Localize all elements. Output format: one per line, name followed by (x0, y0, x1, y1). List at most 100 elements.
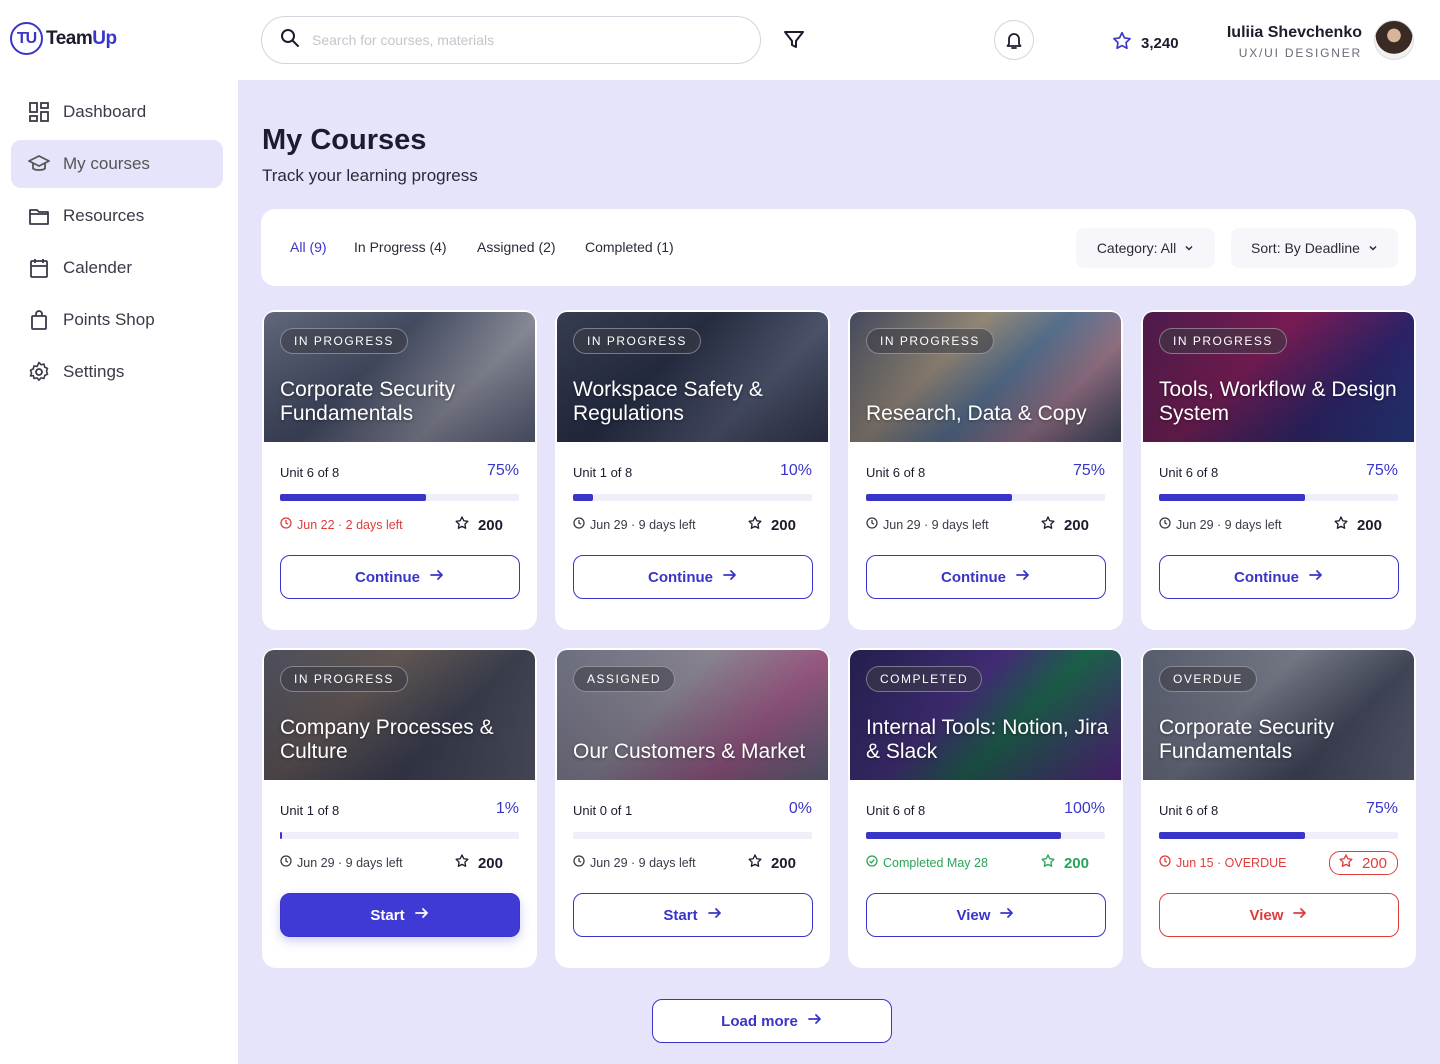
tab-assigned[interactable]: Assigned (2) (477, 239, 556, 255)
progress-bar (280, 494, 519, 501)
tab-all[interactable]: All (9) (290, 239, 327, 255)
search-bar (261, 16, 761, 64)
sidebar-item-label: Calender (63, 258, 132, 277)
clock-icon (573, 517, 585, 532)
star-icon (454, 853, 470, 873)
view-button[interactable]: View (1159, 893, 1399, 937)
load-more-button[interactable]: Load more (652, 999, 892, 1043)
course-card[interactable]: ASSIGNED Our Customers & Market Unit 0 o… (555, 648, 830, 968)
deadline-info: Completed May 28 (866, 855, 988, 870)
deadline-text: Completed May 28 (883, 855, 988, 870)
deadline-text: Jun 29 · 9 days left (1176, 517, 1282, 532)
filter-bar: All (9) In Progress (4) Assigned (2) Com… (261, 209, 1416, 286)
progress-bar (573, 494, 812, 501)
view-button[interactable]: View (866, 893, 1106, 937)
clock-icon (1159, 517, 1171, 532)
start-button[interactable]: Start (573, 893, 813, 937)
deadline-text: Jun 22 · 2 days left (297, 517, 403, 532)
course-card[interactable]: IN PROGRESS Company Processes & Culture … (262, 648, 537, 968)
progress-bar-fill (573, 494, 593, 501)
gear-icon (28, 361, 50, 383)
clock-icon (866, 517, 878, 532)
star-icon (747, 515, 763, 535)
clock-icon (280, 855, 292, 870)
sidebar-item-my-courses[interactable]: My courses (11, 140, 223, 188)
star-icon (1040, 853, 1056, 873)
search-icon (280, 28, 300, 53)
deadline-text: Jun 29 · 9 days left (590, 855, 696, 870)
course-thumbnail: IN PROGRESS Company Processes & Culture (264, 650, 535, 780)
progress-bar-fill (1159, 832, 1305, 839)
progress-bar-fill (866, 494, 1012, 501)
unit-progress-text: Unit 6 of 8 (1159, 803, 1219, 818)
continue-button[interactable]: Continue (280, 555, 520, 599)
continue-button[interactable]: Continue (1159, 555, 1399, 599)
sidebar-item-label: Dashboard (63, 102, 147, 121)
folder-icon (28, 205, 50, 227)
notifications-bell-icon[interactable] (994, 20, 1034, 60)
course-thumbnail: IN PROGRESS Research, Data & Copy (850, 312, 1121, 442)
unit-progress-text: Unit 6 of 8 (1159, 465, 1219, 480)
avatar[interactable] (1374, 20, 1414, 60)
sidebar-item-calender[interactable]: Calender (11, 244, 223, 292)
sidebar-item-label: Resources (63, 206, 145, 225)
continue-button[interactable]: Continue (573, 555, 813, 599)
graduation-cap-icon (28, 153, 50, 175)
course-title: Our Customers & Market (573, 740, 806, 763)
progress-percent: 100% (1064, 800, 1105, 817)
course-card[interactable]: COMPLETED Internal Tools: Notion, Jira &… (848, 648, 1123, 968)
progress-bar-fill (1159, 494, 1305, 501)
sidebar-item-dashboard[interactable]: Dashboard (11, 88, 223, 136)
points-value: 200 (477, 854, 503, 872)
top-header: TU TeamUp 3,240 Iuliia Shevchenko UX/UI … (0, 0, 1440, 80)
logo-mark: TU (10, 22, 43, 55)
deadline-info: Jun 29 · 9 days left (573, 855, 696, 870)
clock-icon (280, 517, 292, 532)
tab-completed[interactable]: Completed (1) (585, 239, 674, 255)
dashboard-icon (28, 101, 50, 123)
clock-icon (573, 855, 585, 870)
course-card[interactable]: IN PROGRESS Tools, Workflow & Design Sys… (1141, 310, 1416, 630)
progress-bar (866, 832, 1105, 839)
button-label: Continue (648, 568, 713, 586)
tab-in-progress[interactable]: In Progress (4) (354, 239, 447, 255)
progress-bar-fill (280, 832, 282, 839)
course-thumbnail: COMPLETED Internal Tools: Notion, Jira &… (850, 650, 1121, 780)
teamup-logo[interactable]: TU TeamUp (10, 22, 117, 55)
unit-progress-text: Unit 6 of 8 (866, 465, 926, 480)
sidebar-item-settings[interactable]: Settings (11, 348, 223, 396)
search-input[interactable] (312, 32, 732, 48)
start-button[interactable]: Start (280, 893, 520, 937)
status-badge: IN PROGRESS (573, 328, 701, 354)
logo-text-up: Up (92, 27, 117, 49)
course-card[interactable]: IN PROGRESS Research, Data & Copy Unit 6… (848, 310, 1123, 630)
clock-icon (1159, 855, 1171, 870)
star-icon (1040, 515, 1056, 535)
course-title: Internal Tools: Notion, Jira & Slack (866, 716, 1109, 763)
progress-percent: 1% (495, 800, 519, 817)
chevron-down-icon (1184, 240, 1194, 256)
sidebar-item-resources[interactable]: Resources (11, 192, 223, 240)
sort-label: Sort: By Deadline (1251, 240, 1360, 256)
unit-progress-text: Unit 1 of 8 (280, 803, 340, 818)
deadline-text: Jun 29 · 9 days left (297, 855, 403, 870)
sort-dropdown[interactable]: Sort: By Deadline (1231, 228, 1398, 268)
user-role: UX/UI DESIGNER (1238, 46, 1362, 60)
points-value: 3,240 (1141, 34, 1179, 52)
course-card[interactable]: OVERDUE Corporate Security Fundamentals … (1141, 648, 1416, 968)
continue-button[interactable]: Continue (866, 555, 1106, 599)
course-thumbnail: IN PROGRESS Corporate Security Fundament… (264, 312, 535, 442)
unit-progress-text: Unit 6 of 8 (866, 803, 926, 818)
filter-icon[interactable] (780, 26, 808, 54)
arrow-right-icon (999, 905, 1015, 925)
star-icon (1333, 515, 1349, 535)
points-balance[interactable]: 3,240 (1111, 30, 1179, 56)
status-badge: IN PROGRESS (280, 666, 408, 692)
course-card[interactable]: IN PROGRESS Corporate Security Fundament… (262, 310, 537, 630)
arrow-right-icon (1292, 905, 1308, 925)
sidebar-item-points-shop[interactable]: Points Shop (11, 296, 223, 344)
category-dropdown[interactable]: Category: All (1076, 228, 1215, 268)
user-info[interactable]: Iuliia Shevchenko UX/UI DESIGNER (1227, 24, 1362, 60)
course-card[interactable]: IN PROGRESS Workspace Safety & Regulatio… (555, 310, 830, 630)
points-value: 200 (477, 516, 503, 534)
